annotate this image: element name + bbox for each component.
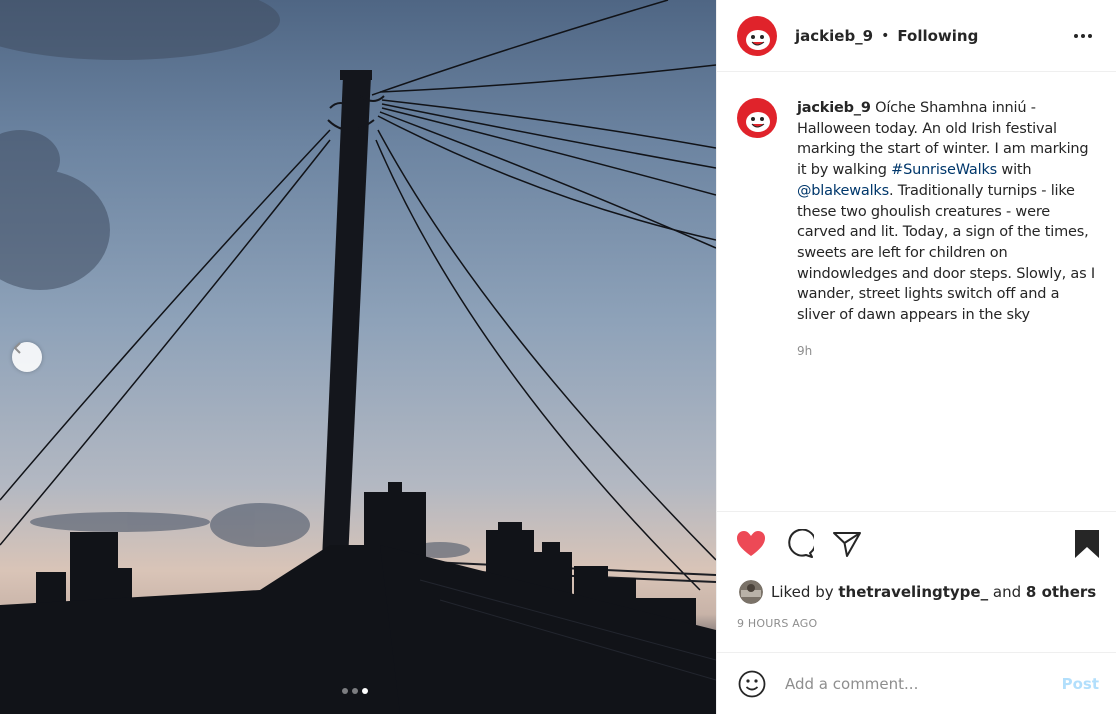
comments-area[interactable]: jackieb_9 Oíche Shamhna inniú - Hallowee… — [717, 72, 1116, 512]
hashtag-link[interactable]: #SunriseWalks — [891, 162, 997, 178]
avatar[interactable] — [737, 98, 777, 138]
likes-others-link[interactable]: 8 others — [1026, 583, 1096, 601]
more-options-icon[interactable] — [1072, 25, 1094, 47]
liker-username[interactable]: thetravelingtype_ — [838, 583, 988, 601]
likes-summary: Liked by thetravelingtype_ and 8 others — [739, 580, 1096, 604]
mention-link[interactable]: @blakewalks — [797, 183, 889, 199]
silhouette-scene — [0, 0, 716, 714]
caption-text: with — [997, 162, 1032, 179]
post-timestamp[interactable]: 9 HOURS AGO — [737, 617, 817, 630]
avatar[interactable] — [737, 15, 777, 56]
action-bar — [737, 528, 1099, 562]
add-comment-bar: Post — [717, 652, 1116, 714]
bookmark-filled-icon[interactable] — [1071, 528, 1103, 560]
heart-filled-icon[interactable] — [735, 528, 767, 560]
following-button[interactable]: Following — [897, 27, 978, 45]
comment-input[interactable] — [785, 674, 1062, 693]
liker-avatar[interactable] — [739, 580, 763, 604]
likes-and: and — [992, 583, 1022, 601]
post-caption: jackieb_9 Oíche Shamhna inniú - Hallowee… — [797, 98, 1101, 326]
carousel-dots — [342, 688, 368, 694]
carousel-dot-active — [362, 688, 368, 694]
caption-text: . Traditionally turnips - like these two… — [797, 182, 1095, 324]
paper-plane-icon[interactable] — [831, 528, 863, 560]
carousel-prev-button[interactable] — [12, 342, 42, 372]
carousel-dot — [352, 688, 358, 694]
caption-author[interactable]: jackieb_9 — [797, 100, 871, 116]
caption-time[interactable]: 9h — [797, 344, 1116, 358]
post-comment-button[interactable]: Post — [1062, 675, 1099, 693]
post-header: jackieb_9 • Following — [717, 0, 1116, 72]
post-author-username[interactable]: jackieb_9 — [795, 27, 873, 45]
post-photo[interactable] — [0, 0, 716, 714]
clouds — [0, 0, 470, 558]
caption-row: jackieb_9 Oíche Shamhna inniú - Hallowee… — [717, 72, 1116, 326]
separator-bullet: • — [881, 27, 890, 44]
post-details-panel: jackieb_9 • Following jackieb_9 Oíche Sh… — [716, 0, 1116, 714]
likes-prefix: Liked by — [771, 583, 834, 601]
telegraph-pole — [322, 76, 371, 560]
carousel-dot — [342, 688, 348, 694]
comment-bubble-icon[interactable] — [783, 528, 815, 560]
emoji-smiley-icon[interactable] — [737, 669, 767, 699]
